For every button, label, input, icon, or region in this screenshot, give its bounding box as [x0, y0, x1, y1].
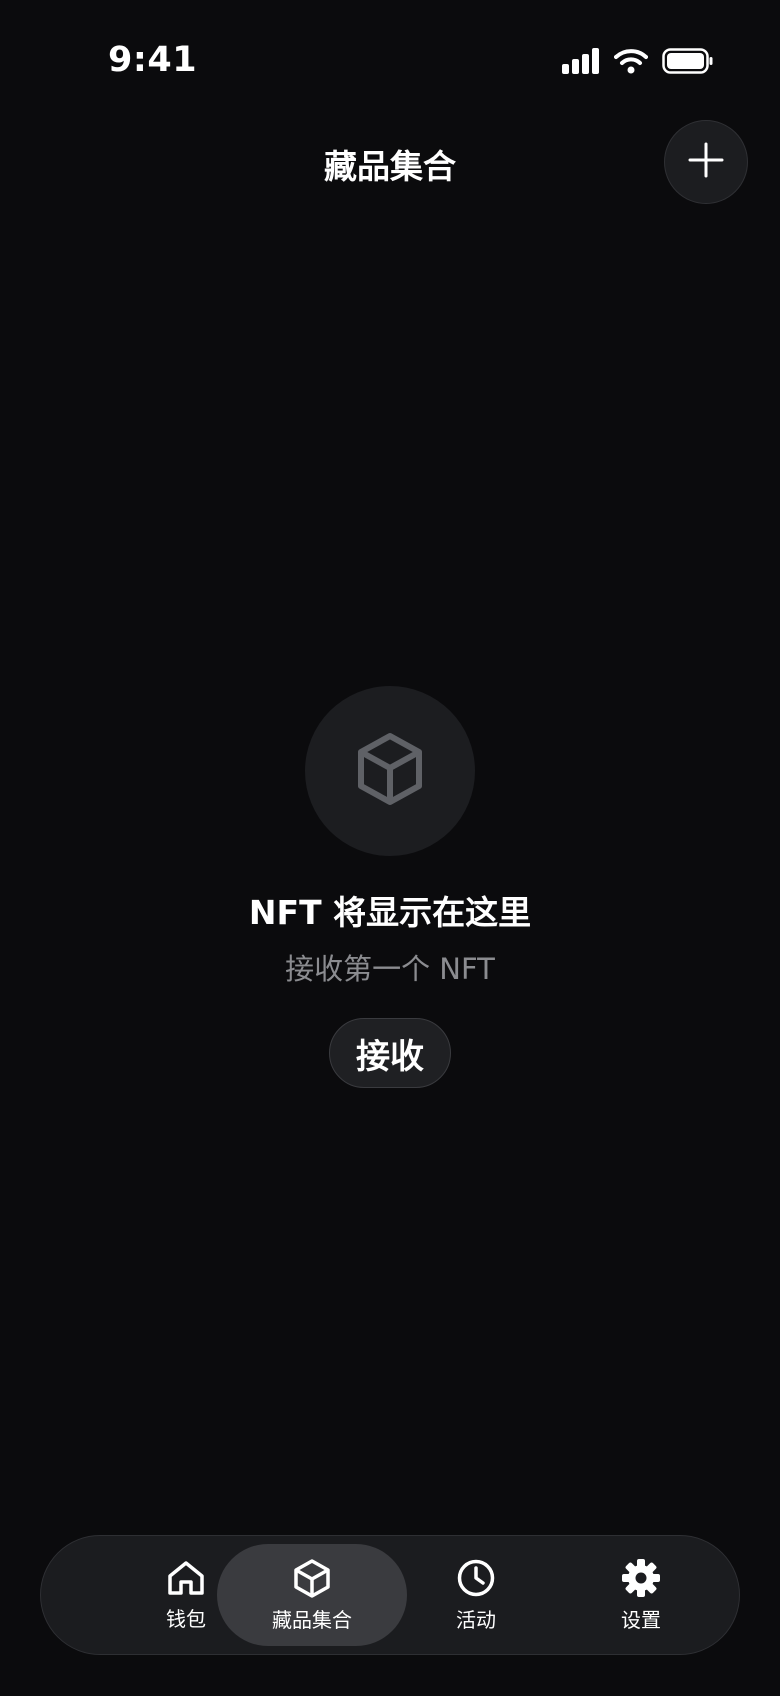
signal-icon [562, 48, 600, 78]
gear-icon [621, 1558, 661, 1598]
receive-button[interactable]: 接收 [329, 1018, 451, 1088]
add-button[interactable] [664, 120, 748, 204]
status-icons [562, 48, 714, 78]
status-bar: 9:41 [0, 0, 780, 120]
home-icon [166, 1559, 206, 1597]
tab-settings[interactable]: 设置 [546, 1544, 736, 1646]
plus-icon [688, 142, 724, 182]
tab-label: 藏品集合 [272, 1607, 352, 1632]
empty-state-subtitle: 接收第一个 NFT [285, 952, 495, 986]
header: 藏品集合 [0, 120, 780, 208]
empty-state-title: NFT 将显示在这里 [248, 893, 532, 932]
tab-activity[interactable]: 活动 [381, 1544, 571, 1646]
wifi-icon [614, 48, 648, 78]
tab-collectibles[interactable]: 藏品集合 [217, 1544, 407, 1646]
status-time: 9:41 [108, 40, 198, 80]
battery-icon [662, 48, 714, 78]
clock-icon [456, 1558, 496, 1598]
cube-icon [293, 1558, 331, 1598]
empty-state: NFT 将显示在这里 接收第一个 NFT 接收 [0, 686, 780, 1088]
tab-label: 钱包 [166, 1606, 206, 1631]
page-title: 藏品集合 [324, 147, 456, 186]
tab-label: 活动 [456, 1607, 496, 1632]
empty-state-illustration [305, 686, 475, 856]
tab-bar: 钱包 藏品集合 活动 设置 [40, 1535, 740, 1655]
cube-icon [355, 732, 425, 810]
tab-label: 设置 [621, 1607, 661, 1632]
